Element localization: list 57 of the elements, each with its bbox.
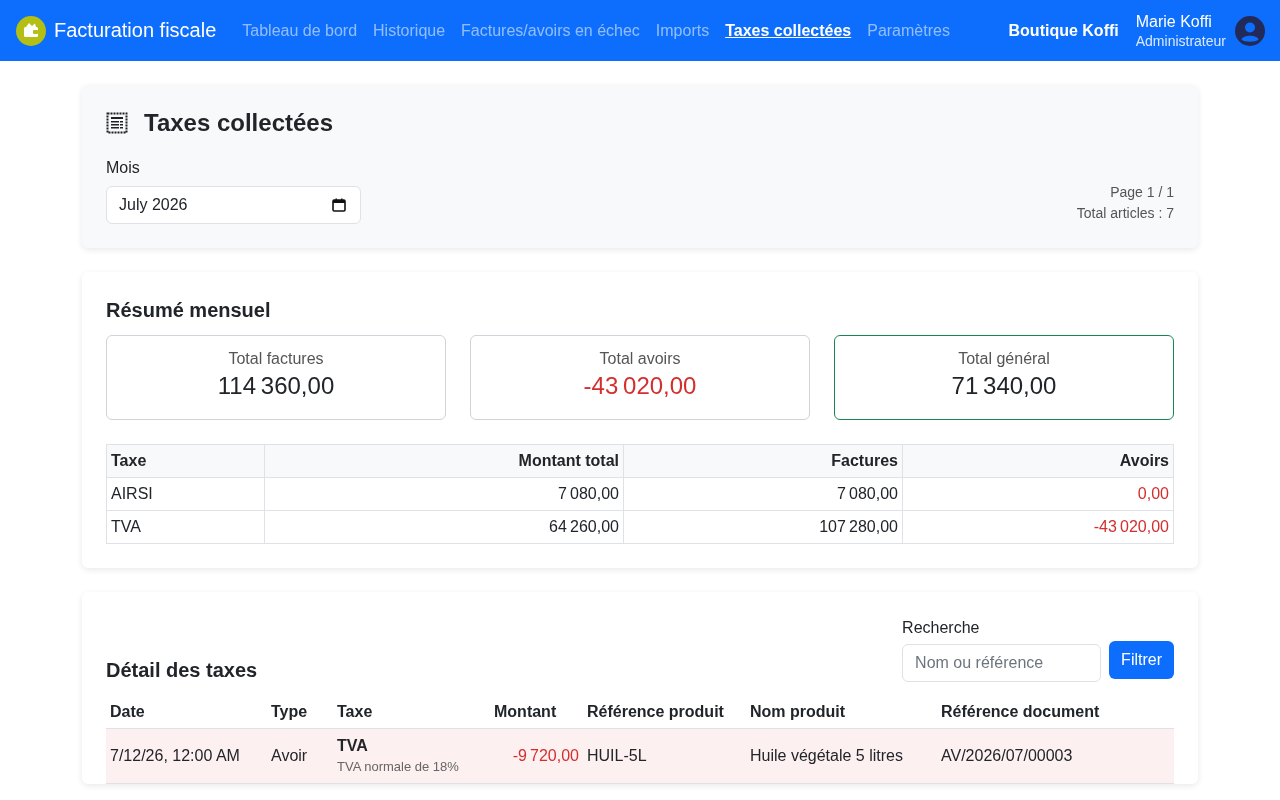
receipt-icon <box>106 112 128 134</box>
tax-name: TVA <box>337 736 369 756</box>
column-header: Référence document <box>937 696 1174 729</box>
column-header: Factures <box>623 444 903 478</box>
nav-link[interactable]: Historique <box>373 21 446 40</box>
total-items: Total articles : 7 <box>1076 205 1174 222</box>
month-field[interactable]: July 2026 <box>106 186 361 224</box>
stat-value: 114 360,00 <box>217 371 335 401</box>
wallet-logo-icon <box>16 15 46 46</box>
app-title[interactable]: Facturation fiscale <box>54 19 217 42</box>
calendar-icon[interactable] <box>332 198 346 212</box>
page-title: Taxes collectées <box>144 108 333 138</box>
nav-link[interactable]: Tableau de bord <box>242 21 358 40</box>
filter-button[interactable]: Filtrer <box>1109 641 1174 679</box>
section-title: Détail des taxes <box>106 658 258 683</box>
table-cell: TVA <box>106 510 265 544</box>
column-header: Date <box>106 696 267 729</box>
tax-description: TVA normale de 18% <box>337 758 460 776</box>
column-header: Nom produit <box>746 696 937 729</box>
table-cell: -43 020,00 <box>902 510 1174 544</box>
column-header: Montant total <box>264 444 624 478</box>
table-cell: AV/2026/07/00003 <box>941 747 1073 764</box>
avatar-icon[interactable] <box>1235 15 1265 46</box>
nav-link[interactable]: Paramètres <box>867 21 950 40</box>
search-field[interactable]: Nom ou référence <box>902 644 1102 682</box>
column-header: Référence produit <box>583 696 746 729</box>
table-cell: 0,00 <box>902 477 1174 511</box>
table-cell: 64 260,00 <box>264 510 624 544</box>
table-cell: AIRSI <box>106 477 265 511</box>
table-cell: 7/12/26, 12:00 AM <box>110 747 240 764</box>
table-cell: Avoir <box>271 747 308 764</box>
column-header: Avoirs <box>902 444 1174 478</box>
table-cell: Huile végétale 5 litres <box>750 747 903 764</box>
stat-label: Total général <box>958 349 1050 369</box>
nav-link[interactable]: Taxes collectées <box>725 21 852 40</box>
user-name: Marie Koffi <box>1135 12 1213 31</box>
nav-link[interactable]: Imports <box>655 21 710 40</box>
user-role: Administrateur <box>1135 32 1226 49</box>
month-label: Mois <box>106 158 140 178</box>
shop-name: Boutique Koffi <box>1008 21 1119 40</box>
page-indicator: Page 1 / 1 <box>1110 184 1174 201</box>
table-cell: 7 080,00 <box>623 477 903 511</box>
stat-label: Total avoirs <box>599 349 681 369</box>
nav-link[interactable]: Factures/avoirs en échec <box>461 21 640 40</box>
column-header: Type <box>267 696 333 729</box>
section-title: Résumé mensuel <box>106 298 272 323</box>
stat-label: Total factures <box>228 349 324 369</box>
column-header: Montant <box>490 696 583 729</box>
amount-cell: -9 720,00 <box>512 747 579 764</box>
stat-value: -43 020,00 <box>583 371 697 401</box>
search-label: Recherche <box>902 618 980 638</box>
table-cell: HUIL-5L <box>587 747 647 764</box>
table-cell: 107 280,00 <box>623 510 903 544</box>
column-header: Taxe <box>106 444 265 478</box>
table-cell: 7 080,00 <box>264 477 624 511</box>
stat-value: 71 340,00 <box>951 371 1057 401</box>
column-header: Taxe <box>333 696 490 729</box>
